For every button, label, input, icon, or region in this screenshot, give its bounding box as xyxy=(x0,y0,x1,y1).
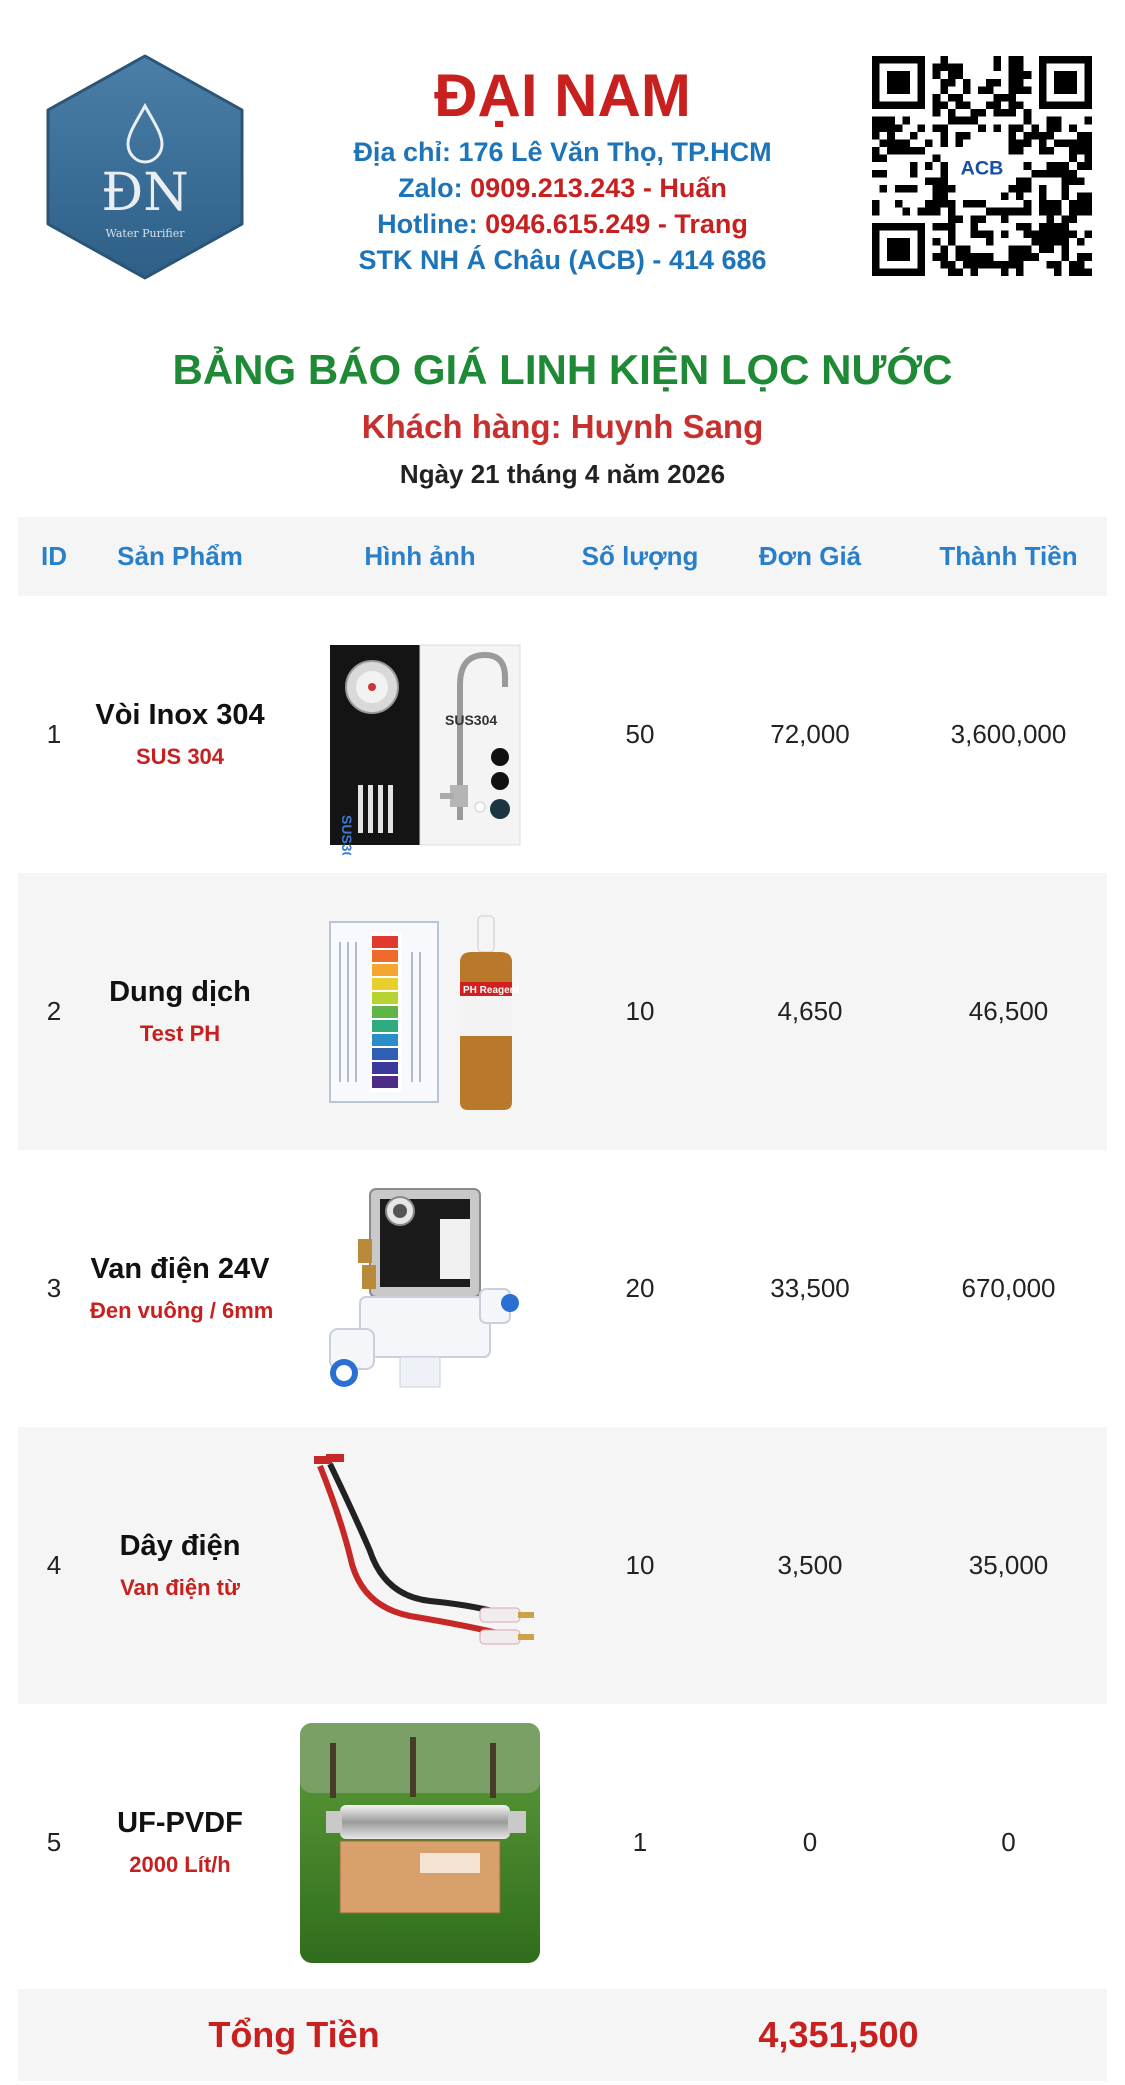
zalo-label: Zalo: xyxy=(398,173,463,203)
row-unit-price: 0 xyxy=(802,1827,818,1857)
row-id: 5 xyxy=(46,1827,62,1857)
product-name: Van điện 24V xyxy=(90,1252,270,1285)
product-spec: Đen vuông / 6mm xyxy=(90,1297,274,1323)
header-id: ID xyxy=(41,541,67,571)
table-row: 5 UF-PVDF 2000 Lít/h 1 0 0 xyxy=(18,1704,1107,1981)
table-row: 4 Dây điện Van điện từ 10 3,500 35,000 xyxy=(18,1427,1107,1704)
row-id: 3 xyxy=(46,1273,62,1303)
row-quantity: 10 xyxy=(625,1550,655,1580)
product-cell: UF-PVDF 2000 Lít/h xyxy=(90,1801,270,1885)
dai-nam-logo: ĐN Water Purifier xyxy=(44,52,246,282)
document-title: BẢNG BÁO GIÁ LINH KIỆN LỌC NƯỚC xyxy=(172,346,953,393)
bank-label: STK NH Á Châu (ACB) - xyxy=(358,245,662,275)
faucet-icon: SUS304 SUS304 xyxy=(300,615,540,855)
row-quantity: 20 xyxy=(625,1273,655,1303)
row-unit-price: 3,500 xyxy=(777,1550,843,1580)
product-cell: Vòi Inox 304 SUS 304 xyxy=(90,693,270,777)
product-cell: Dung dịch Test PH xyxy=(90,970,270,1054)
table-row: 2 Dung dịch Test PH PH Reagent 10 4,650 … xyxy=(18,873,1107,1150)
product-spec: 2000 Lít/h xyxy=(129,1851,231,1877)
reagent-bottle-label: PH Reagent xyxy=(463,985,520,996)
bank-account: 414 686 xyxy=(668,245,767,275)
document-date: Ngày 21 tháng 4 năm 2026 xyxy=(399,459,726,489)
hotline-line: Hotline: 0946.615.249 - Trang xyxy=(300,206,825,242)
customer-name: Khách hàng: Huynh Sang xyxy=(361,408,764,445)
row-unit-price: 4,650 xyxy=(777,996,843,1026)
row-quantity: 1 xyxy=(632,1827,648,1857)
wire-icon xyxy=(300,1446,540,1686)
svg-text:SUS304: SUS304 xyxy=(339,815,355,855)
solenoid-valve-icon xyxy=(300,1169,540,1409)
table-header: ID Sản Phẩm Hình ảnh Số lượng Đơn Giá Th… xyxy=(18,517,1107,596)
image-cell xyxy=(270,1446,570,1686)
product-name: UF-PVDF xyxy=(117,1806,243,1839)
table-row: 1 Vòi Inox 304 SUS 304 SUS304 SUS304 50 … xyxy=(18,596,1107,873)
row-line-total: 0 xyxy=(1001,1827,1016,1857)
product-cell: Van điện 24V Đen vuông / 6mm xyxy=(90,1247,274,1331)
header-image: Hình ảnh xyxy=(364,541,476,571)
zalo-line: Zalo: 0909.213.243 - Huấn xyxy=(300,170,825,206)
header-quantity: Số lượng xyxy=(581,541,699,571)
address-label: Địa chỉ: xyxy=(353,137,451,167)
hotline-name: - Trang xyxy=(657,209,748,239)
quote-table: ID Sản Phẩm Hình ảnh Số lượng Đơn Giá Th… xyxy=(18,517,1107,2081)
product-spec: SUS 304 xyxy=(135,743,225,769)
title-block: BẢNG BÁO GIÁ LINH KIỆN LỌC NƯỚC Khách hà… xyxy=(0,340,1125,494)
company-info: ĐẠI NAM Địa chỉ: 176 Lê Văn Thọ, TP.HCM … xyxy=(300,58,825,278)
row-line-total: 46,500 xyxy=(968,996,1049,1026)
ph-test-kit-icon: PH Reagent xyxy=(300,892,540,1132)
hotline-number: 0946.615.249 xyxy=(485,209,651,239)
company-name: ĐẠI NAM xyxy=(434,62,691,129)
header-unit-price: Đơn Giá xyxy=(758,541,862,571)
bank-line: STK NH Á Châu (ACB) - 414 686 xyxy=(300,242,825,278)
faucet-box-label: SUS304 xyxy=(445,712,497,728)
address-line: Địa chỉ: 176 Lê Văn Thọ, TP.HCM xyxy=(300,134,825,170)
address-value: 176 Lê Văn Thọ, TP.HCM xyxy=(458,137,772,167)
zalo-number: 0909.213.243 xyxy=(470,173,636,203)
row-id: 4 xyxy=(46,1550,62,1580)
row-id: 1 xyxy=(46,719,62,749)
grand-total-value: 4,351,500 xyxy=(758,2014,919,2055)
hotline-label: Hotline: xyxy=(377,209,478,239)
row-unit-price: 33,500 xyxy=(770,1273,850,1303)
header-line-total: Thành Tiền xyxy=(939,541,1078,571)
qr-acb-label: ACB xyxy=(961,157,1004,179)
product-spec: Test PH xyxy=(139,1020,221,1046)
grand-total-label: Tổng Tiền xyxy=(208,2014,380,2055)
logo-tagline: Water Purifier xyxy=(106,227,186,240)
qr-code: ACB xyxy=(872,56,1092,276)
row-line-total: 670,000 xyxy=(961,1273,1056,1303)
logo-initials: ĐN xyxy=(101,163,188,223)
product-name: Vòi Inox 304 xyxy=(95,698,265,731)
row-quantity: 50 xyxy=(625,719,655,749)
image-cell xyxy=(270,1169,570,1409)
uf-filter-icon xyxy=(300,1722,540,1963)
image-cell: SUS304 SUS304 xyxy=(270,615,570,855)
row-unit-price: 72,000 xyxy=(770,719,850,749)
row-line-total: 35,000 xyxy=(968,1550,1049,1580)
zalo-name: - Huấn xyxy=(642,173,727,203)
header-product: Sản Phẩm xyxy=(117,541,243,571)
image-cell xyxy=(270,1722,570,1963)
grand-total-row: Tổng Tiền 4,351,500 xyxy=(18,1989,1107,2081)
table-row: 3 Van điện 24V Đen vuông / 6mm 20 33,500… xyxy=(18,1150,1107,1427)
product-spec: Van điện từ xyxy=(120,1574,240,1600)
product-name: Dây điện xyxy=(119,1529,241,1562)
product-name: Dung dịch xyxy=(109,975,251,1008)
image-cell: PH Reagent xyxy=(270,892,570,1132)
header: ĐN Water Purifier ĐẠI NAM Địa chỉ: 176 L… xyxy=(0,0,1125,320)
row-id: 2 xyxy=(46,996,62,1026)
row-quantity: 10 xyxy=(625,996,655,1026)
row-line-total: 3,600,000 xyxy=(950,719,1067,749)
product-cell: Dây điện Van điện từ xyxy=(90,1524,270,1608)
